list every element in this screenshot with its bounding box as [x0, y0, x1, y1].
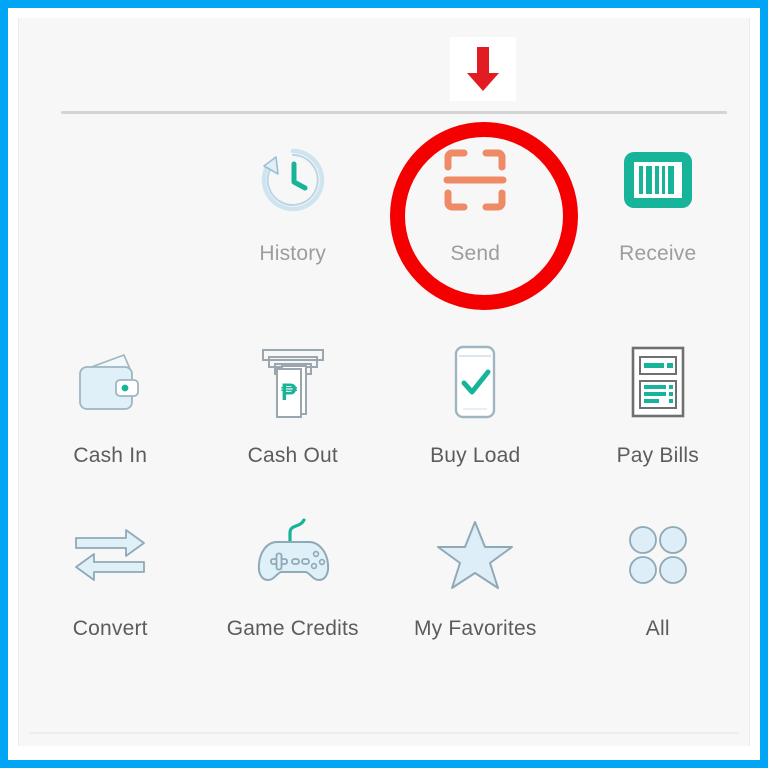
menu-item-label: My Favorites — [413, 617, 537, 640]
menu-item-label: Cash In — [73, 444, 148, 467]
menu-item-all[interactable]: All — [567, 513, 750, 673]
menu-item-label: All — [645, 617, 670, 640]
qr-scan-frame-icon — [443, 149, 507, 211]
svg-text:₱: ₱ — [281, 379, 298, 406]
history-icon-box — [254, 138, 332, 222]
history-clock-icon — [261, 148, 324, 212]
menu-item-label: Pay Bills — [616, 444, 699, 467]
annotation-pointer-chip — [450, 37, 516, 101]
menu-item-my-favorites[interactable]: My Favorites — [384, 513, 567, 673]
send-icon-box — [438, 138, 512, 222]
menu-item-history[interactable]: History — [202, 138, 385, 298]
menu-row-primary: History Send Receive — [19, 138, 749, 298]
gamepad-icon — [257, 518, 329, 582]
grid-dots-icon — [628, 526, 687, 584]
menu-item-label: Buy Load — [430, 444, 521, 467]
barcode-icon — [623, 152, 692, 208]
buy-load-icon-box — [449, 340, 501, 424]
cash-in-icon-box — [72, 340, 148, 424]
convert-icon-box — [70, 513, 150, 597]
phone-check-icon — [455, 345, 496, 419]
menu-item-cash-out[interactable]: ₱ Cash Out — [202, 340, 385, 500]
header-divider — [61, 111, 727, 114]
menu-item-buy-load[interactable]: Buy Load — [384, 340, 567, 500]
menu-item-cash-in[interactable]: Cash In — [19, 340, 202, 500]
menu-item-pay-bills[interactable]: Pay Bills — [567, 340, 750, 500]
pay-bills-icon-box — [628, 340, 688, 424]
game-credits-icon-box — [252, 513, 334, 597]
down-arrow-icon — [467, 47, 499, 91]
menu-item-receive[interactable]: Receive — [567, 138, 750, 298]
menu-item-convert[interactable]: Convert — [19, 513, 202, 673]
menu-item-send[interactable]: Send — [384, 138, 567, 298]
frame-inner: History Send Receive Cash In ₱ Cash Out … — [8, 8, 760, 760]
row1-leading-spacer — [19, 138, 202, 298]
invoice-document-icon — [631, 346, 685, 418]
star-icon — [437, 521, 514, 589]
menu-item-label: Cash Out — [247, 444, 338, 467]
bottom-shelf-divider — [29, 732, 739, 734]
all-icon-box — [627, 513, 689, 597]
screenshot-frame: History Send Receive Cash In ₱ Cash Out … — [0, 0, 768, 768]
menu-item-label: Convert — [72, 617, 148, 640]
menu-item-label: History — [259, 242, 327, 265]
wallet-icon — [79, 354, 140, 410]
two-way-arrows-icon — [75, 529, 146, 581]
menu-item-label: Send — [450, 242, 501, 265]
menu-item-game-credits[interactable]: Game Credits — [202, 513, 385, 673]
menu-item-label: Receive — [619, 242, 697, 265]
receive-icon-box — [620, 138, 696, 222]
my-favorites-icon-box — [436, 513, 514, 597]
menu-row-tertiary: Convert Game Credits My Favorites All — [19, 513, 749, 673]
atm-machine-icon: ₱ — [261, 349, 324, 418]
menu-row-secondary: Cash In ₱ Cash Out Buy Load Pay Bills — [19, 340, 749, 500]
app-canvas: History Send Receive Cash In ₱ Cash Out … — [18, 18, 750, 746]
menu-item-label: Game Credits — [226, 617, 359, 640]
cash-out-icon-box: ₱ — [258, 340, 328, 424]
